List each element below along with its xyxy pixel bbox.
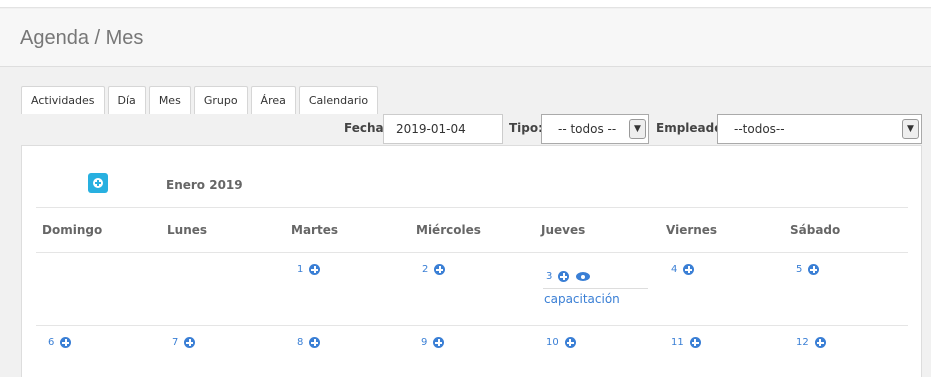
add-event-icon[interactable] xyxy=(309,264,321,275)
tipo-select-value: -- todos -- xyxy=(558,122,617,136)
day-cell: 4 xyxy=(671,264,695,275)
weekday-viernes: Viernes xyxy=(666,223,718,237)
day-cell: 12 xyxy=(796,337,826,348)
tab-dia[interactable]: Día xyxy=(107,86,146,114)
tab-area[interactable]: Área xyxy=(250,86,296,114)
day-cell: 1 xyxy=(297,264,321,275)
page-title: Agenda / Mes xyxy=(20,27,144,49)
add-event-icon[interactable] xyxy=(558,271,570,282)
weekday-sabado: Sábado xyxy=(790,223,841,237)
divider xyxy=(36,325,908,326)
tab-actividades[interactable]: Actividades xyxy=(21,86,105,114)
weekday-martes: Martes xyxy=(291,223,338,237)
tipo-select[interactable]: -- todos -- ▼ xyxy=(541,114,649,144)
divider xyxy=(36,207,908,208)
add-event-icon[interactable] xyxy=(564,337,576,348)
day-number[interactable]: 6 xyxy=(48,337,54,348)
day-number[interactable]: 1 xyxy=(297,264,303,275)
day-cell: 10 xyxy=(546,337,576,348)
day-number[interactable]: 11 xyxy=(671,337,684,348)
day-cell: 7 xyxy=(172,337,196,348)
day-cell: 2 xyxy=(422,264,446,275)
day-cell: 11 xyxy=(671,337,701,348)
chevron-down-icon: ▼ xyxy=(902,119,919,139)
empleado-select[interactable]: --todos-- ▼ xyxy=(717,114,922,144)
day-cell: 3 xyxy=(546,271,591,282)
add-event-icon[interactable] xyxy=(814,337,826,348)
chevron-down-icon: ▼ xyxy=(629,119,646,139)
add-event-icon[interactable] xyxy=(689,337,701,348)
tab-grupo[interactable]: Grupo xyxy=(193,86,248,114)
tab-mes[interactable]: Mes xyxy=(148,86,191,114)
weekday-miercoles: Miércoles xyxy=(416,223,481,237)
plus-circle-icon xyxy=(93,178,103,188)
month-title: Enero 2019 xyxy=(166,178,243,192)
day-number[interactable]: 3 xyxy=(546,271,552,282)
add-event-icon[interactable] xyxy=(434,264,446,275)
tab-calendario[interactable]: Calendario xyxy=(298,86,379,114)
empleado-select-value: --todos-- xyxy=(734,122,785,136)
weekday-lunes: Lunes xyxy=(167,223,208,237)
day-cell: 9 xyxy=(421,337,445,348)
fecha-input[interactable]: 2019-01-04 xyxy=(383,114,503,144)
day-number[interactable]: 9 xyxy=(421,337,427,348)
day-number[interactable]: 10 xyxy=(546,337,559,348)
day-number[interactable]: 12 xyxy=(796,337,809,348)
divider xyxy=(36,252,908,253)
day-number[interactable]: 5 xyxy=(796,264,802,275)
weekday-domingo: Domingo xyxy=(42,223,103,237)
view-tabs: Actividades Día Mes Grupo Área Calendari… xyxy=(21,86,381,114)
day-number[interactable]: 4 xyxy=(671,264,677,275)
add-event-icon[interactable] xyxy=(309,337,321,348)
add-event-icon[interactable] xyxy=(60,337,72,348)
fecha-label: Fecha: xyxy=(344,121,389,135)
add-event-icon[interactable] xyxy=(808,264,820,275)
add-activity-button[interactable] xyxy=(88,173,108,193)
day-cell: 8 xyxy=(297,337,321,348)
tipo-label: Tipo: xyxy=(509,121,543,135)
event-capacitacion-link[interactable]: capacitación xyxy=(544,292,620,306)
eye-icon[interactable] xyxy=(576,272,591,281)
weekday-jueves: Jueves xyxy=(541,223,586,237)
calendar-panel xyxy=(21,145,922,377)
add-event-icon[interactable] xyxy=(433,337,445,348)
day-cell: 5 xyxy=(796,264,820,275)
event-divider xyxy=(543,288,648,289)
add-event-icon[interactable] xyxy=(683,264,695,275)
page-header: Agenda / Mes xyxy=(0,9,931,67)
day-cell: 6 xyxy=(48,337,72,348)
top-bar xyxy=(0,0,931,8)
add-event-icon[interactable] xyxy=(184,337,196,348)
day-number[interactable]: 8 xyxy=(297,337,303,348)
day-number[interactable]: 7 xyxy=(172,337,178,348)
day-number[interactable]: 2 xyxy=(422,264,428,275)
